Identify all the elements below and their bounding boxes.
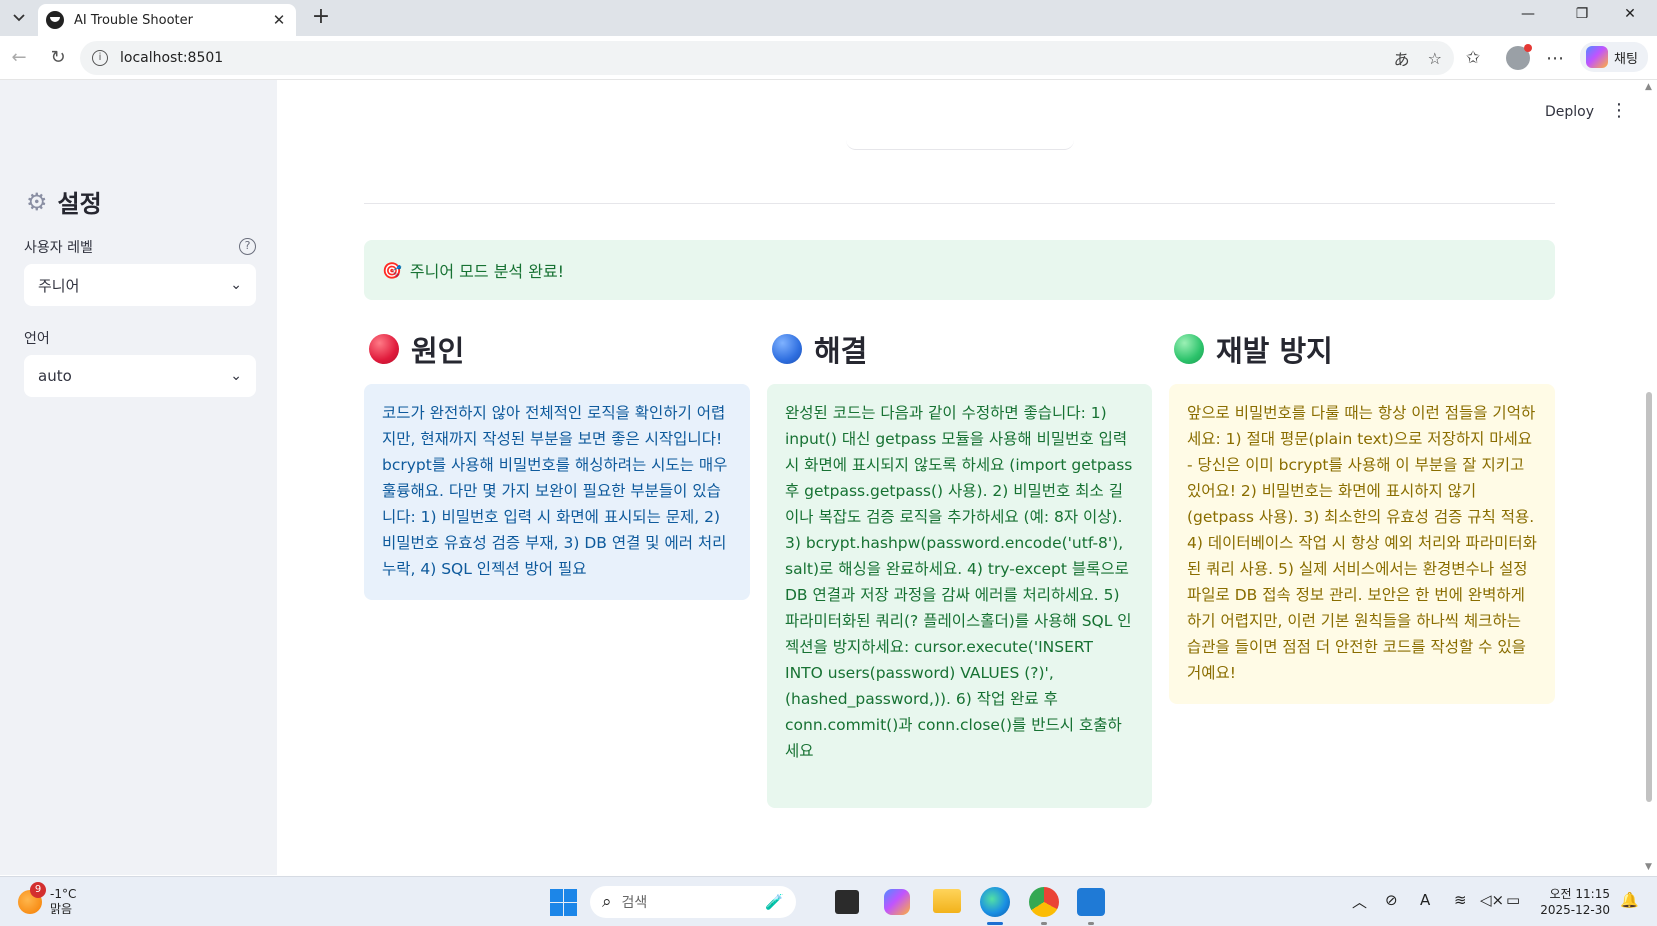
- task-view-icon[interactable]: [835, 890, 859, 914]
- target-icon: 🎯: [382, 260, 402, 280]
- solution-success-box: 완성된 코드는 다음과 같이 수정하면 좋습니다: 1) input() 대신 …: [767, 384, 1152, 808]
- level-label: 사용자 레벨: [24, 240, 93, 256]
- notification-bell-icon[interactable]: 🔔: [1620, 891, 1639, 909]
- close-window-button[interactable]: ✕: [1608, 6, 1652, 30]
- divider: [364, 203, 1555, 204]
- clock[interactable]: 오전 11:15 2025-12-30: [1536, 886, 1610, 918]
- weather-widget[interactable]: 9 -1°C 맑음: [18, 882, 77, 917]
- more-options-icon[interactable]: ⋯: [1546, 44, 1564, 72]
- red-circle-icon: [369, 334, 399, 364]
- language-select[interactable]: auto ⌄: [24, 355, 256, 397]
- clock-date: 2025-12-30: [1540, 903, 1610, 917]
- restore-button[interactable]: ❐: [1560, 6, 1604, 30]
- wifi-icon[interactable]: ≋: [1454, 891, 1467, 909]
- cause-info-box: 코드가 완전하지 않아 전체적인 로직을 확인하기 어렵지만, 현재까지 작성된…: [364, 384, 750, 600]
- ime-icon[interactable]: A: [1420, 891, 1430, 909]
- battery-icon[interactable]: ▭: [1506, 891, 1520, 909]
- taskbar-search[interactable]: ⌕ 검색 🧪: [590, 886, 796, 918]
- chrome-icon[interactable]: [1029, 887, 1059, 917]
- search-placeholder: 검색: [621, 895, 648, 911]
- streamlit-favicon-icon: [46, 11, 64, 29]
- search-highlight-icon: 🧪: [765, 893, 784, 911]
- tab-close-icon[interactable]: ✕: [270, 11, 288, 29]
- language-select-value: auto: [38, 367, 72, 385]
- success-message: 주니어 모드 분석 완료!: [409, 262, 565, 281]
- prevention-heading-text: 재발 방지: [1216, 334, 1333, 368]
- cause-heading-text: 원인: [411, 334, 465, 368]
- scroll-down-icon[interactable]: ▼: [1645, 862, 1652, 872]
- favorite-star-icon[interactable]: ☆: [1428, 49, 1442, 68]
- copilot-wrap: 채팅: [1580, 42, 1648, 72]
- sidebar-title: ⚙ 설정: [26, 184, 102, 219]
- notification-dot: [1524, 44, 1532, 52]
- level-select[interactable]: 주니어 ⌄: [24, 264, 256, 306]
- scrolled-element-edge: [846, 140, 1074, 150]
- profile-avatar[interactable]: [1506, 44, 1532, 70]
- browser-tab-active[interactable]: AI Trouble Shooter ✕: [38, 4, 296, 36]
- chevron-down-icon: ⌄: [230, 277, 242, 293]
- main-menu-icon[interactable]: ⋮: [1610, 100, 1628, 121]
- windows-taskbar: 9 -1°C 맑음 ⌕ 검색 🧪 ︿ ⊘ A ≋ ◁× ▭ 오전 11:15 2…: [0, 876, 1657, 926]
- temperature: -1°C: [50, 887, 77, 901]
- favorites-icon[interactable]: ✩: [1466, 44, 1480, 72]
- scrollbar-thumb[interactable]: [1646, 392, 1652, 802]
- vscode-open-indicator: [1088, 922, 1094, 925]
- start-windows-icon[interactable]: [547, 886, 579, 918]
- sync-off-icon[interactable]: ⊘: [1385, 891, 1398, 909]
- reload-icon[interactable]: ↻: [44, 46, 72, 70]
- sidebar-title-text: 설정: [57, 190, 102, 218]
- copilot-label: 채팅: [1614, 51, 1638, 67]
- edge-active-indicator: [987, 922, 1003, 925]
- page-scrollbar[interactable]: ▲ ▼: [1642, 80, 1657, 875]
- green-circle-icon: [1174, 334, 1204, 364]
- blue-circle-icon: [772, 334, 802, 364]
- success-alert: 🎯 주니어 모드 분석 완료!: [364, 240, 1555, 300]
- file-explorer-icon[interactable]: [933, 889, 961, 913]
- copilot-chat-button[interactable]: 채팅: [1580, 42, 1648, 72]
- address-bar[interactable]: i localhost:8501 あ ☆: [80, 41, 1454, 75]
- sun-icon: 9: [18, 882, 46, 914]
- solution-heading: 해결: [772, 328, 867, 370]
- profile-wrap: [1506, 44, 1532, 72]
- new-tab-button[interactable]: +: [308, 6, 334, 30]
- copilot-app-icon[interactable]: [884, 889, 910, 915]
- edge-browser-icon[interactable]: [980, 887, 1010, 917]
- tab-list-button[interactable]: [4, 4, 34, 32]
- solution-heading-text: 해결: [814, 334, 868, 368]
- chevron-down-icon: ⌄: [230, 368, 242, 384]
- gear-icon: ⚙: [26, 187, 48, 216]
- language-label: 언어: [24, 331, 50, 347]
- clock-time: 오전 11:15: [1549, 887, 1610, 901]
- browser-tabstrip: AI Trouble Shooter ✕ + — ❐ ✕: [0, 0, 1657, 36]
- help-icon[interactable]: ?: [239, 238, 256, 255]
- copilot-icon: [1586, 46, 1608, 68]
- level-select-value: 주니어: [38, 276, 80, 295]
- chevron-down-icon: [13, 14, 25, 22]
- search-icon: ⌕: [602, 892, 612, 912]
- browser-navbar: ← ↻ i localhost:8501 あ ☆ ✩ ⋯ 채팅: [0, 36, 1657, 80]
- back-icon[interactable]: ←: [5, 46, 33, 70]
- minimize-button[interactable]: —: [1506, 6, 1550, 30]
- weather-badge: 9: [30, 882, 46, 898]
- info-icon[interactable]: i: [92, 50, 108, 66]
- url-text[interactable]: localhost:8501: [120, 50, 1376, 66]
- vscode-icon[interactable]: [1077, 888, 1105, 916]
- volume-muted-icon[interactable]: ◁×: [1480, 891, 1504, 909]
- chrome-open-indicator: [1041, 922, 1047, 925]
- chevron-up-icon[interactable]: ︿: [1352, 891, 1367, 912]
- cause-heading: 원인: [369, 328, 464, 370]
- prevention-warning-box: 앞으로 비밀번호를 다룰 때는 항상 이런 점들을 기억하세요: 1) 절대 평…: [1169, 384, 1555, 704]
- prevention-heading: 재발 방지: [1174, 328, 1333, 370]
- weather-condition: 맑음: [50, 902, 73, 916]
- tab-title: AI Trouble Shooter: [74, 12, 193, 28]
- deploy-button[interactable]: Deploy: [1545, 104, 1594, 120]
- translate-icon[interactable]: あ: [1394, 46, 1410, 70]
- scroll-up-icon[interactable]: ▲: [1645, 82, 1652, 92]
